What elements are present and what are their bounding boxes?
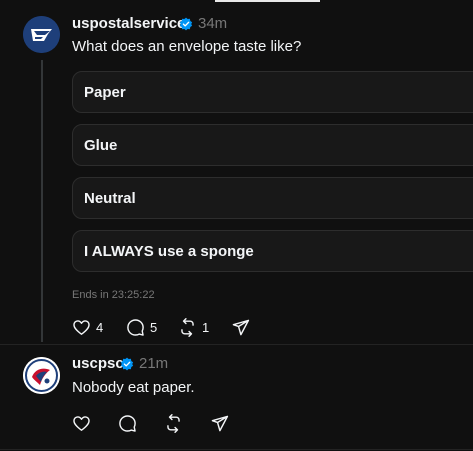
repost-icon: [167, 413, 180, 433]
repost-count: 1: [202, 319, 210, 335]
heart-icon: [73, 319, 90, 335]
like-button[interactable]: 4: [72, 316, 103, 338]
poll-option-label: Glue: [84, 137, 118, 154]
poll-option-neutral[interactable]: Neutral: [72, 177, 473, 219]
poll-option-sponge[interactable]: I ALWAYS use a sponge: [72, 230, 473, 272]
reply-count: 5: [150, 319, 158, 335]
like-button[interactable]: [72, 412, 91, 434]
avatar[interactable]: [23, 357, 60, 394]
post-text: Nobody eat paper.: [72, 379, 195, 396]
thread-line: [41, 60, 43, 342]
send-icon: [211, 415, 229, 431]
poll-option-label: I ALWAYS use a sponge: [84, 243, 254, 260]
reply-button[interactable]: [118, 412, 137, 434]
repost-button[interactable]: 1: [178, 316, 209, 338]
poll-option-label: Neutral: [84, 190, 136, 207]
verified-badge-icon: [179, 17, 193, 31]
share-button[interactable]: [210, 412, 229, 434]
poll-option-glue[interactable]: Glue: [72, 124, 473, 166]
post-text: What does an envelope taste like?: [72, 38, 302, 55]
comment-icon: [127, 318, 144, 336]
send-icon: [232, 319, 250, 335]
verified-badge-icon: [120, 357, 134, 371]
post-uscpsc: uscpsc 21m Nobody eat paper.: [0, 345, 473, 449]
post-time[interactable]: 34m: [198, 15, 227, 32]
reply-button[interactable]: 5: [126, 316, 157, 338]
like-count: 4: [96, 319, 104, 335]
repost-button[interactable]: [164, 412, 183, 434]
post-uspostalservice: uspostalservice 34m What does an envelop…: [0, 0, 473, 344]
username[interactable]: uscpsc: [72, 355, 124, 372]
post-time[interactable]: 21m: [139, 355, 168, 372]
poll-option-label: Paper: [84, 84, 126, 101]
post-divider: [0, 449, 473, 450]
poll-ends-label: Ends in 23:25:22: [72, 289, 155, 301]
comment-icon: [119, 414, 136, 432]
cpsc-seal-icon: [23, 357, 60, 394]
share-button[interactable]: [231, 316, 250, 338]
heart-icon: [73, 415, 90, 431]
poll-option-paper[interactable]: Paper: [72, 71, 473, 113]
eagle-logo-icon: [23, 16, 60, 53]
repost-icon: [181, 317, 194, 337]
username[interactable]: uspostalservice: [72, 15, 185, 32]
avatar[interactable]: [23, 16, 60, 53]
